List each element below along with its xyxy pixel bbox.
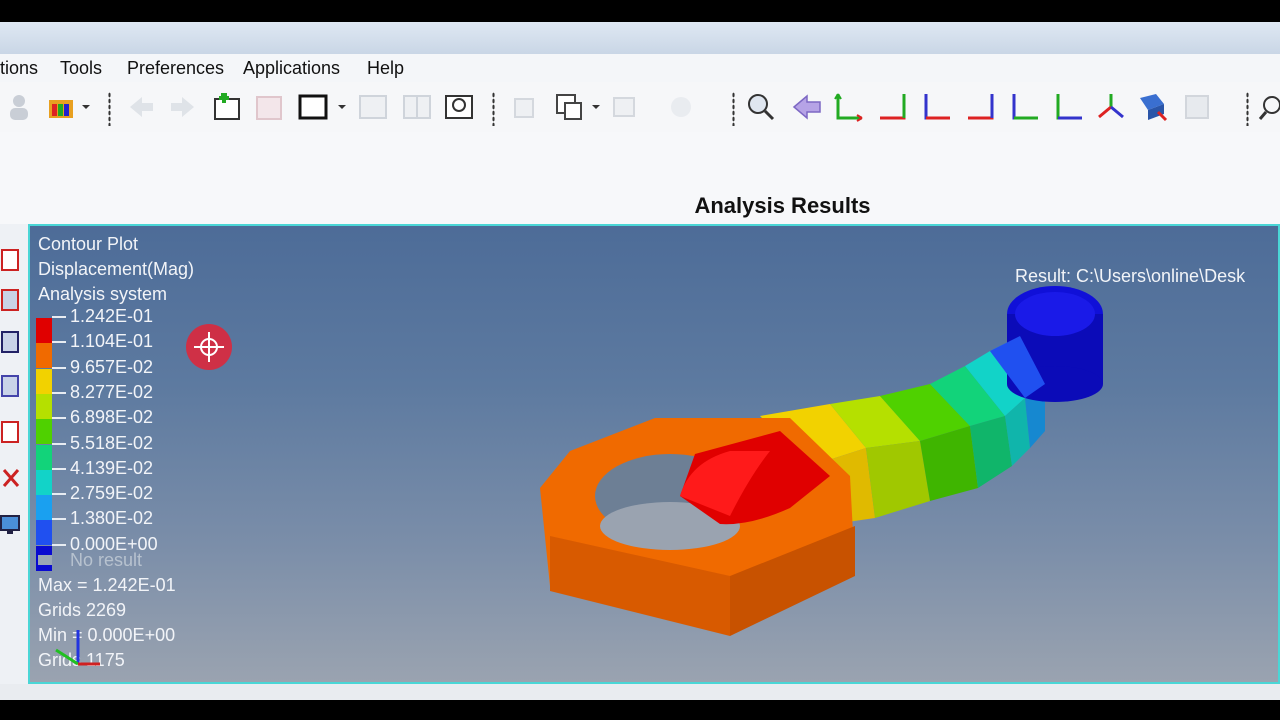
zoom-icon[interactable] <box>744 90 778 124</box>
back-arrow-icon[interactable] <box>790 90 824 124</box>
view-xz-icon[interactable] <box>964 90 998 124</box>
system-label: Analysis system <box>38 284 168 304</box>
zoom-window-icon[interactable] <box>442 90 476 124</box>
search-icon[interactable] <box>1256 90 1280 124</box>
contour-tool-icon[interactable] <box>0 328 22 356</box>
split2-icon[interactable] <box>400 90 434 124</box>
deform-tool-icon[interactable] <box>0 286 22 314</box>
legend-tick <box>52 391 66 394</box>
legend-tick <box>52 543 66 546</box>
toolbar-separator <box>108 92 111 126</box>
menu-preferences[interactable]: Preferences <box>127 58 224 79</box>
legend-value: 4.139E-02 <box>70 457 154 478</box>
view-xy-icon[interactable] <box>832 90 866 124</box>
max-grids-label: Grids 2269 <box>38 600 127 620</box>
legend-swatch <box>36 368 52 394</box>
forward-icon[interactable] <box>166 90 200 124</box>
copy-icon[interactable] <box>252 90 286 124</box>
chevron-down-icon[interactable] <box>78 90 94 124</box>
add-icon[interactable] <box>210 90 244 124</box>
max-label: Max = 1.242E-01 <box>38 575 176 595</box>
toolbar-separator-3 <box>732 92 735 126</box>
legend-tick <box>52 366 66 369</box>
legend-tick <box>52 316 66 318</box>
legend-value: 1.242E-01 <box>70 306 154 326</box>
legend-tick <box>52 442 66 445</box>
legend-swatch <box>36 520 52 546</box>
legend-value: 9.657E-02 <box>70 356 154 377</box>
no-result-swatch <box>38 555 52 565</box>
paste2-icon[interactable] <box>552 90 586 124</box>
view-zx-icon[interactable] <box>920 90 954 124</box>
chevron-down-icon-3[interactable] <box>588 90 604 124</box>
display-tool-icon[interactable] <box>0 510 22 538</box>
palette-icon[interactable] <box>44 90 78 124</box>
legend-value: 1.104E-01 <box>70 331 154 352</box>
save-view-icon[interactable] <box>1180 90 1214 124</box>
legend-value: 6.898E-02 <box>70 407 154 428</box>
result-type-label: Displacement(Mag) <box>38 259 195 279</box>
screen-border <box>0 700 1280 720</box>
window-title-bar <box>0 22 1280 54</box>
legend-swatch <box>36 495 52 521</box>
toolbar-separator-2 <box>492 92 495 126</box>
legend-tick <box>52 493 66 496</box>
chevron-down-icon-2[interactable] <box>334 90 350 124</box>
vector-tool-icon[interactable] <box>0 372 22 400</box>
legend-swatch <box>36 343 52 369</box>
legend-tick <box>52 518 66 521</box>
left-tool-strip <box>0 224 28 686</box>
legend-swatch <box>36 393 52 419</box>
axis-triad-icon <box>55 630 100 666</box>
toolbar-separator-4 <box>1246 92 1249 126</box>
legend-tick <box>52 467 66 470</box>
result-path-label: Result: C:\Users\online\Desk <box>1015 266 1246 286</box>
menu-applications[interactable]: Applications <box>243 58 340 79</box>
legend-swatch <box>36 444 52 470</box>
paste-icon[interactable] <box>508 90 542 124</box>
legend-swatch <box>36 419 52 445</box>
legend-value: 1.380E-02 <box>70 508 154 529</box>
plot-tool-icon[interactable] <box>0 246 22 274</box>
graphics-viewport[interactable]: Contour Plot Displacement(Mag) Analysis … <box>28 224 1280 684</box>
page-title: Analysis Results <box>694 193 871 218</box>
copy2-icon[interactable] <box>608 90 642 124</box>
tensor-tool-icon[interactable] <box>0 418 22 446</box>
window-icon[interactable] <box>296 90 330 124</box>
contour-plot-label: Contour Plot <box>38 234 139 254</box>
legend-tick <box>52 417 66 420</box>
no-result-label: No result <box>70 550 143 570</box>
bottom-toolbar <box>0 684 1280 700</box>
view-iso-icon[interactable] <box>1094 90 1128 124</box>
user-icon[interactable] <box>2 90 36 124</box>
crosshair-cursor-icon <box>186 324 232 370</box>
menu-options[interactable]: tions <box>0 58 38 79</box>
view-yz-icon[interactable] <box>1052 90 1086 124</box>
menu-bar: tions Tools Preferences Applications Hel… <box>0 54 1280 83</box>
split-icon[interactable] <box>356 90 390 124</box>
legend-swatch <box>36 469 52 495</box>
legend-value: 5.518E-02 <box>70 432 154 453</box>
copy3-icon[interactable] <box>664 90 698 124</box>
menu-help[interactable]: Help <box>367 58 404 79</box>
query-tool-icon[interactable] <box>0 464 22 492</box>
view-zy-icon[interactable] <box>1008 90 1042 124</box>
legend-value: 2.759E-02 <box>70 483 154 504</box>
menu-tools[interactable]: Tools <box>60 58 102 79</box>
view-yx-icon[interactable] <box>876 90 910 124</box>
back-icon[interactable] <box>124 90 158 124</box>
legend-value: 8.277E-02 <box>70 381 154 402</box>
legend-swatch <box>36 318 52 343</box>
legend-tick <box>52 341 66 344</box>
view-3d-icon[interactable] <box>1136 90 1170 124</box>
